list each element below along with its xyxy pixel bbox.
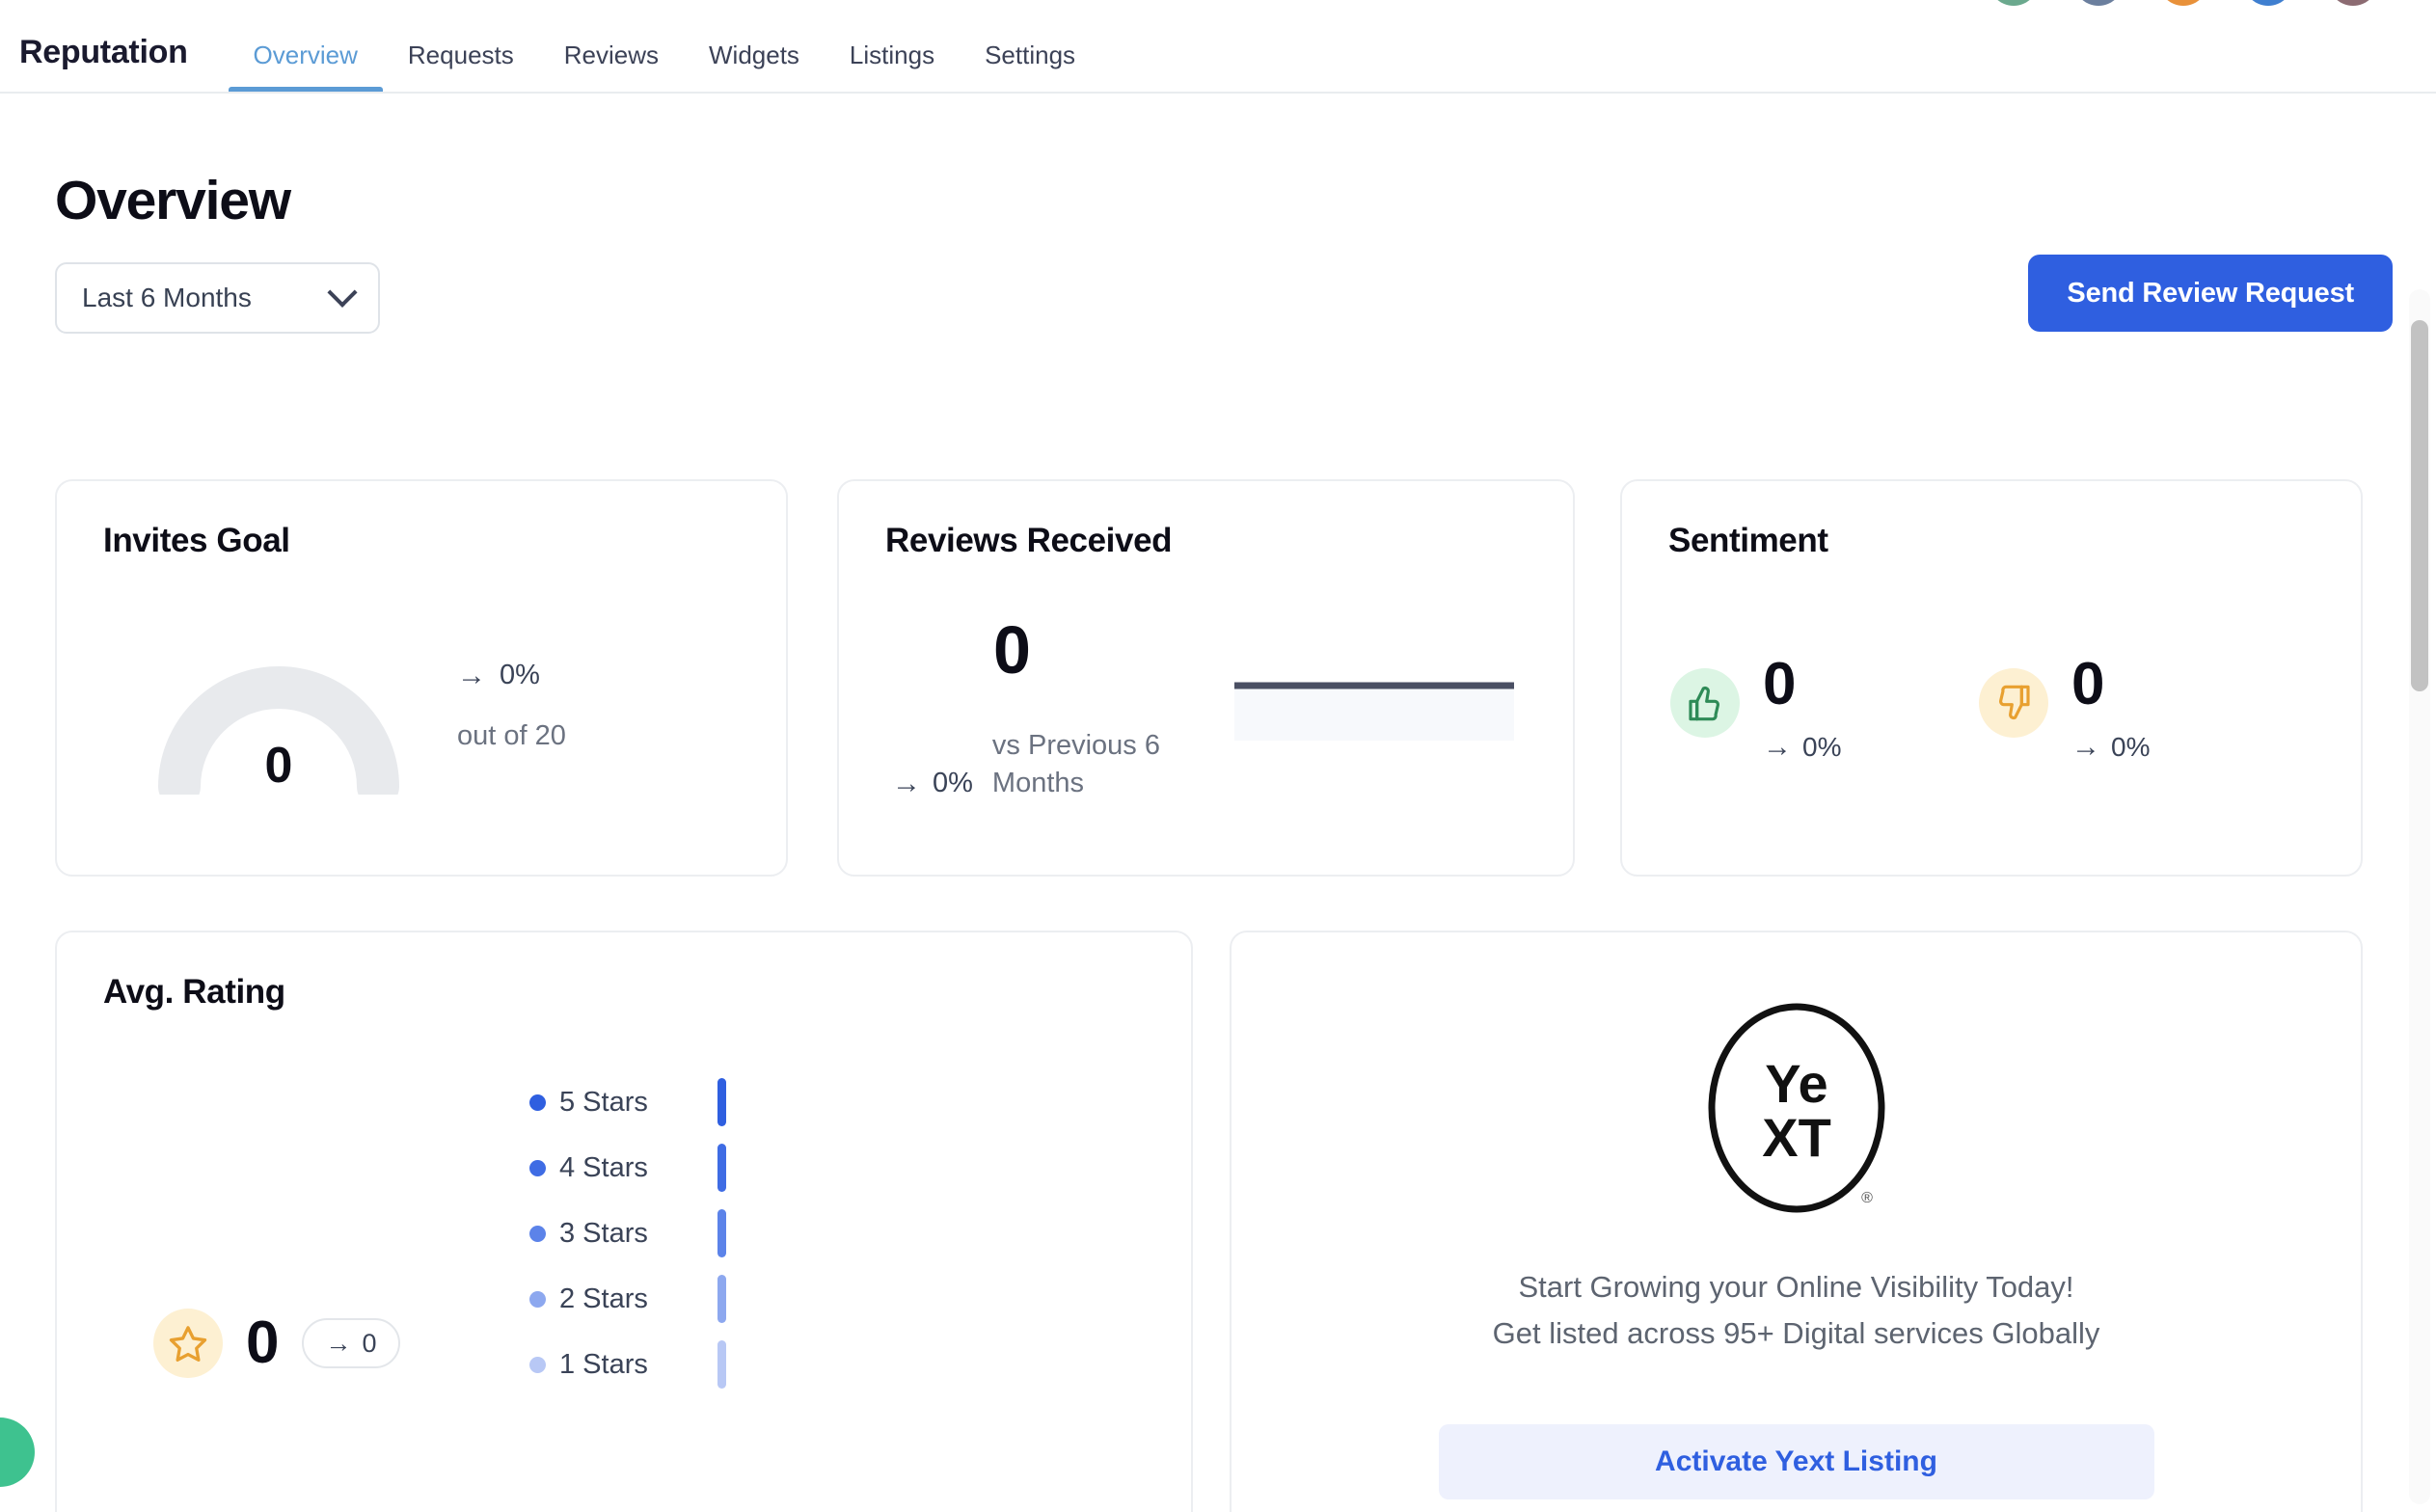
avg-rating-summary: 0 → 0: [153, 1309, 400, 1378]
date-range-value: Last 6 Months: [82, 283, 252, 312]
reviews-received-card: Reviews Received 0 → 0% vs Previous 6 Mo…: [837, 479, 1575, 877]
avg-rating-card: Avg. Rating 0 → 0 5 Stars 4 Stars 3 Star…: [55, 931, 1193, 1512]
reviews-received-sparkline: [1234, 682, 1514, 741]
legend-dot-4-stars: [529, 1159, 546, 1176]
avatar[interactable]: [1989, 0, 2039, 6]
legend-dot-5-stars: [529, 1094, 546, 1111]
rating-label-5-stars: 5 Stars: [559, 1086, 648, 1118]
rating-distribution-row: 5 Stars: [529, 1069, 944, 1135]
sentiment-positive-group: 0 → 0%: [1670, 655, 1841, 763]
rating-label-1-stars: 1 Stars: [559, 1348, 648, 1380]
rating-label-3-stars: 3 Stars: [559, 1217, 648, 1249]
avatar[interactable]: [2073, 0, 2124, 6]
legend-dot-3-stars: [529, 1225, 546, 1242]
invites-goal-delta: → 0%: [457, 660, 566, 691]
rating-bar-5-stars: [717, 1078, 726, 1126]
scrollbar-thumb[interactable]: [2411, 320, 2428, 691]
svg-text:®: ®: [1861, 1190, 1873, 1206]
sentiment-negative-group: 0 → 0%: [1979, 655, 2150, 763]
yext-headline: Start Growing your Online Visibility Tod…: [1518, 1270, 2074, 1304]
rating-distribution-row: 4 Stars: [529, 1135, 944, 1201]
tab-widgets[interactable]: Widgets: [684, 0, 825, 92]
top-navbar: Reputation Overview Requests Reviews Wid…: [0, 0, 2436, 94]
rating-bar-3-stars: [717, 1209, 726, 1257]
svg-text:Ye: Ye: [1765, 1053, 1827, 1114]
activate-yext-listing-button[interactable]: Activate Yext Listing: [1438, 1424, 2154, 1499]
tab-listings[interactable]: Listings: [825, 0, 960, 92]
avatar[interactable]: [2328, 0, 2378, 6]
rating-bar-2-stars: [717, 1275, 726, 1323]
arrow-flat-icon: →: [1763, 731, 1792, 763]
avg-rating-value: 0: [246, 1310, 280, 1376]
rating-distribution-chart: 5 Stars 4 Stars 3 Stars 2 Stars 1 Stars: [529, 1069, 944, 1397]
star-icon: [153, 1309, 223, 1378]
invites-goal-target: out of 20: [457, 720, 566, 751]
avatar-group: [1989, 0, 2378, 6]
yext-logo: Ye XT ®: [1708, 1003, 1884, 1213]
sentiment-positive-delta-value: 0%: [1802, 732, 1842, 762]
avatar[interactable]: [2243, 0, 2293, 6]
sentiment-positive-delta: → 0%: [1763, 732, 1841, 763]
rating-distribution-row: 1 Stars: [529, 1332, 944, 1397]
avg-rating-delta-badge: → 0: [302, 1318, 400, 1368]
rating-label-2-stars: 2 Stars: [559, 1282, 648, 1314]
invites-goal-card: Invites Goal 0 → 0% out of 20: [55, 479, 788, 877]
reviews-received-delta-value: 0%: [933, 768, 973, 798]
main-tabs: Overview Requests Reviews Widgets Listin…: [228, 0, 1100, 92]
avatar[interactable]: [2158, 0, 2208, 6]
rating-bar-1-stars: [717, 1340, 726, 1389]
tab-reviews[interactable]: Reviews: [539, 0, 684, 92]
thumbs-up-icon: [1670, 668, 1740, 738]
sentiment-positive-value: 0: [1763, 651, 1797, 717]
yext-subline: Get listed across 95+ Digital services G…: [1492, 1316, 2100, 1350]
tab-overview[interactable]: Overview: [228, 0, 384, 92]
card-title-sentiment: Sentiment: [1668, 522, 1828, 559]
rating-label-4-stars: 4 Stars: [559, 1151, 648, 1183]
yext-promo-card: Ye XT ® Start Growing your Online Visibi…: [1230, 931, 2363, 1512]
sentiment-card: Sentiment 0 → 0% 0 → 0%: [1620, 479, 2363, 877]
arrow-flat-icon: →: [325, 1328, 352, 1358]
sentiment-negative-stack: 0 → 0%: [2071, 655, 2150, 763]
invites-goal-gauge: 0: [158, 650, 399, 808]
card-title-invites-goal: Invites Goal: [103, 522, 290, 559]
app-title: Reputation: [19, 34, 188, 70]
sentiment-negative-value: 0: [2071, 651, 2105, 717]
reviews-received-delta-group: → 0% vs Previous 6 Months: [892, 727, 1176, 801]
invites-goal-delta-value: 0%: [500, 660, 540, 690]
rating-distribution-row: 3 Stars: [529, 1201, 944, 1266]
card-title-avg-rating: Avg. Rating: [103, 973, 285, 1011]
invites-goal-delta-group: → 0% out of 20: [457, 660, 566, 752]
svg-text:XT: XT: [1762, 1107, 1831, 1168]
reviews-received-value: 0: [993, 612, 1031, 688]
sentiment-positive-stack: 0 → 0%: [1763, 655, 1841, 763]
avg-rating-delta-value: 0: [362, 1328, 377, 1358]
sentiment-negative-delta: → 0%: [2071, 732, 2150, 763]
arrow-flat-icon: →: [892, 767, 921, 799]
page-title: Overview: [55, 170, 291, 231]
rating-bar-4-stars: [717, 1144, 726, 1192]
sentiment-negative-delta-value: 0%: [2111, 732, 2151, 762]
rating-distribution-row: 2 Stars: [529, 1266, 944, 1332]
chevron-down-icon: [327, 277, 358, 308]
arrow-flat-icon: →: [2071, 731, 2100, 763]
date-range-select[interactable]: Last 6 Months: [55, 262, 380, 334]
invites-goal-value: 0: [264, 738, 293, 794]
tab-settings[interactable]: Settings: [960, 0, 1100, 92]
tab-requests[interactable]: Requests: [383, 0, 539, 92]
reviews-received-comparison: vs Previous 6 Months: [991, 730, 1160, 798]
legend-dot-2-stars: [529, 1290, 546, 1308]
app-root: Reputation Overview Requests Reviews Wid…: [0, 0, 2436, 1512]
page-content: Overview Last 6 Months Send Review Reque…: [0, 94, 2436, 1512]
yext-promo-content: Ye XT ® Start Growing your Online Visibi…: [1232, 1002, 2361, 1499]
send-review-request-button[interactable]: Send Review Request: [2028, 255, 2393, 332]
thumbs-down-icon: [1979, 668, 2048, 738]
arrow-flat-icon: →: [457, 659, 486, 691]
legend-dot-1-stars: [529, 1356, 546, 1373]
card-title-reviews-received: Reviews Received: [885, 522, 1173, 559]
reviews-received-delta: → 0%: [892, 768, 973, 799]
